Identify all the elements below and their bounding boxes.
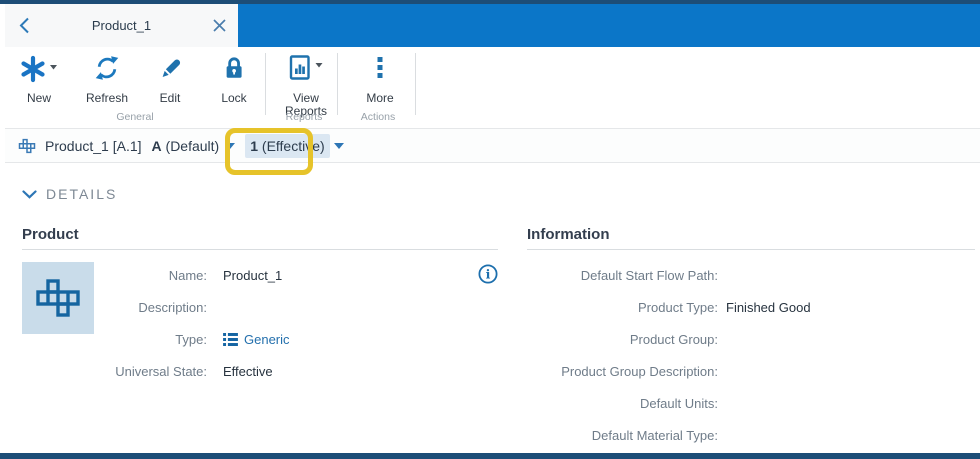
toolbar-separator bbox=[265, 53, 266, 115]
state-dropdown-icon[interactable] bbox=[333, 142, 344, 149]
edit-button[interactable]: Edit bbox=[139, 53, 201, 115]
field-row-product-group: Product Group: bbox=[629, 331, 718, 347]
refresh-button-label: Refresh bbox=[85, 91, 129, 105]
breadcrumb-item-name: Product_1 [A.1] bbox=[45, 137, 142, 154]
toolbar-group-actions: Actions bbox=[360, 111, 396, 123]
ellipsis-vertical-icon bbox=[345, 53, 415, 89]
more-button-label: More bbox=[366, 91, 394, 105]
list-type-icon bbox=[223, 332, 238, 346]
tab-product-1[interactable]: Product_1 bbox=[5, 4, 238, 47]
tab-title: Product_1 bbox=[91, 18, 152, 33]
section-divider bbox=[527, 249, 975, 250]
toolbar-separator bbox=[415, 53, 416, 115]
item-path-bar: Product_1 [A.1] A (Default) 1 (Effective… bbox=[5, 129, 980, 163]
edit-button-label: Edit bbox=[159, 91, 181, 105]
product-thumbnail bbox=[22, 262, 94, 334]
lock-button-label: Lock bbox=[221, 91, 247, 105]
chevron-down-icon bbox=[22, 189, 37, 199]
svg-text:i: i bbox=[486, 267, 491, 282]
product-part-icon-large bbox=[36, 279, 80, 317]
app-window: Product_1 New Refresh Edit Lock View Rep… bbox=[0, 0, 980, 459]
pencil-icon bbox=[139, 53, 201, 89]
view-reports-button[interactable]: View Reports bbox=[271, 53, 341, 118]
asterisk-new-icon bbox=[5, 53, 73, 89]
product-section: Product Name: Product_1 Description: Typ… bbox=[22, 224, 498, 387]
state-selector[interactable]: 1 (Effective) bbox=[245, 133, 330, 158]
toolbar: New Refresh Edit Lock View Reports More … bbox=[5, 47, 980, 129]
field-row-default-start-flow-path: Default Start Flow Path: bbox=[580, 267, 718, 283]
information-section-title: Information bbox=[527, 226, 610, 243]
field-row-default-units: Default Units: bbox=[639, 395, 718, 411]
toolbar-group-reports: Reports bbox=[285, 111, 323, 123]
details-section-label: DETAILS bbox=[46, 186, 118, 202]
window-frame-bottom bbox=[0, 453, 980, 459]
information-fields: Default Start Flow Path: Product Type: F… bbox=[527, 259, 975, 451]
new-button-label: New bbox=[26, 91, 51, 105]
field-row-product-type: Product Type: Finished Good bbox=[638, 299, 811, 315]
field-row-product-group-description: Product Group Description: bbox=[561, 363, 718, 379]
lock-button[interactable]: Lock bbox=[201, 53, 267, 115]
refresh-icon bbox=[73, 53, 141, 89]
details-section-toggle[interactable]: DETAILS bbox=[22, 186, 117, 202]
product-section-title: Product bbox=[22, 226, 79, 243]
info-icon[interactable]: i bbox=[478, 264, 498, 284]
more-button[interactable]: More bbox=[345, 53, 415, 115]
refresh-button[interactable]: Refresh bbox=[73, 53, 141, 115]
type-generic-link[interactable]: Generic bbox=[207, 332, 290, 347]
field-row-default-material-type: Default Material Type: bbox=[591, 427, 718, 443]
toolbar-separator bbox=[337, 53, 338, 115]
revision-selector[interactable]: A (Default) bbox=[152, 138, 220, 154]
lock-icon bbox=[201, 53, 267, 89]
information-section: Information Default Start Flow Path: Pro… bbox=[527, 224, 975, 451]
new-button[interactable]: New bbox=[5, 53, 73, 115]
tab-bar: Product_1 bbox=[5, 4, 980, 47]
revision-dropdown-icon[interactable] bbox=[225, 142, 236, 149]
section-divider bbox=[22, 249, 498, 250]
back-chevron-icon[interactable] bbox=[19, 17, 30, 34]
report-chart-icon bbox=[271, 53, 341, 89]
product-part-icon bbox=[18, 137, 36, 155]
toolbar-group-general: General bbox=[116, 111, 154, 123]
field-row-universal-state: Universal State: Effective bbox=[115, 363, 273, 379]
close-tab-icon[interactable] bbox=[213, 19, 226, 32]
